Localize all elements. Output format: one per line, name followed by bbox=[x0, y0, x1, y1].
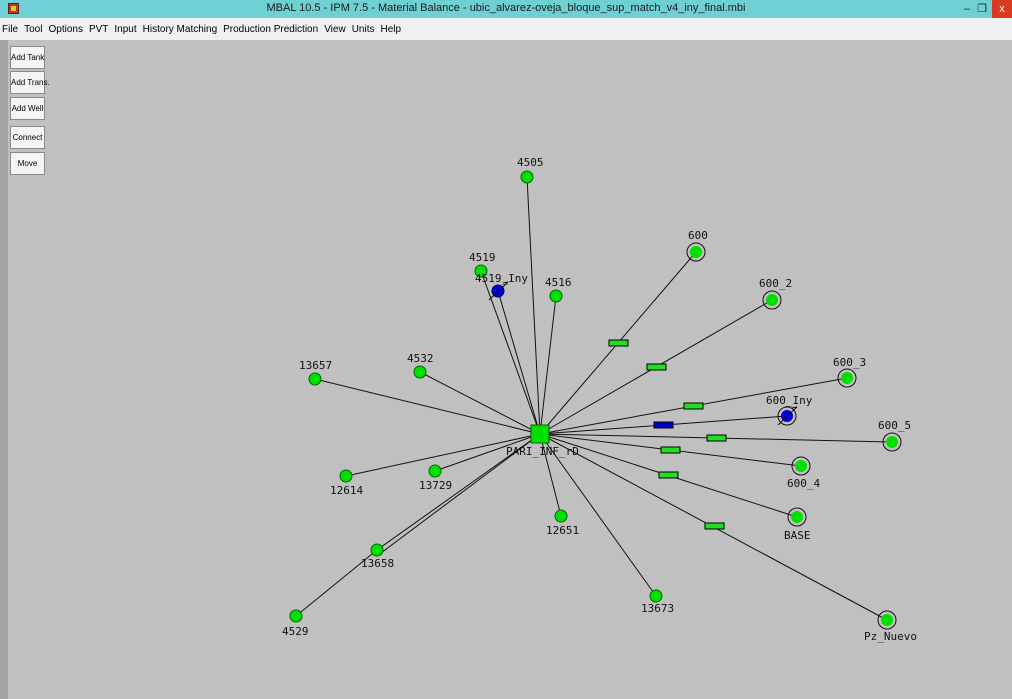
label-12614: 12614 bbox=[330, 484, 363, 497]
transfers bbox=[608, 339, 727, 530]
well-4516[interactable] bbox=[549, 289, 563, 303]
well-4505[interactable] bbox=[520, 170, 534, 184]
menu-pvt[interactable]: PVT bbox=[86, 18, 111, 42]
menu-help[interactable]: Help bbox=[377, 18, 404, 42]
label-600: 600 bbox=[688, 229, 708, 242]
label-12651: 12651 bbox=[546, 524, 579, 537]
well-base[interactable] bbox=[787, 507, 807, 527]
well-12651[interactable] bbox=[554, 509, 568, 523]
label-600-2: 600_2 bbox=[759, 277, 792, 290]
label-4505: 4505 bbox=[517, 156, 544, 169]
well-13729[interactable] bbox=[428, 464, 442, 478]
close-button[interactable]: x bbox=[992, 0, 1012, 18]
well-13673[interactable] bbox=[649, 589, 663, 603]
label-13673: 13673 bbox=[641, 602, 674, 615]
label-base: BASE bbox=[784, 529, 811, 542]
well-600-4[interactable] bbox=[791, 456, 811, 476]
maximize-button[interactable]: ❐ bbox=[975, 0, 989, 18]
tank-icon[interactable] bbox=[530, 424, 550, 444]
menu-view[interactable]: View bbox=[321, 18, 349, 42]
tool-panel-strip bbox=[0, 40, 8, 699]
menu-production-prediction[interactable]: Production Prediction bbox=[220, 18, 321, 42]
well-600[interactable] bbox=[686, 242, 706, 262]
minimize-button[interactable]: – bbox=[960, 0, 974, 18]
label-4532: 4532 bbox=[407, 352, 434, 365]
transfer-600[interactable] bbox=[608, 339, 629, 347]
connect-button[interactable]: Connect bbox=[10, 126, 45, 149]
tank-node[interactable] bbox=[530, 424, 550, 444]
menu-history-matching[interactable]: History Matching bbox=[140, 18, 220, 42]
label-4519: 4519 bbox=[469, 251, 496, 264]
connection-line[interactable] bbox=[314, 378, 541, 435]
well-dot bbox=[690, 246, 702, 258]
label-600-3: 600_3 bbox=[833, 356, 866, 369]
connection-line[interactable] bbox=[539, 295, 557, 435]
transfer-600-3[interactable] bbox=[683, 402, 704, 410]
menu-options[interactable]: Options bbox=[45, 18, 85, 42]
label-4519-iny: 4519_Iny bbox=[475, 272, 528, 285]
transfer-600-iny[interactable] bbox=[653, 421, 674, 429]
label-4516: 4516 bbox=[545, 276, 572, 289]
label-13729: 13729 bbox=[419, 479, 452, 492]
label-13658: 13658 bbox=[361, 557, 394, 570]
label-600-iny: 600_Iny bbox=[766, 394, 813, 407]
transfer-600-4[interactable] bbox=[660, 446, 681, 454]
transfer-600-2[interactable] bbox=[646, 363, 667, 371]
label-600-5: 600_5 bbox=[878, 419, 911, 432]
menu-tool[interactable]: Tool bbox=[21, 18, 45, 42]
well-dot bbox=[791, 511, 803, 523]
menu-units[interactable]: Units bbox=[349, 18, 378, 42]
menu-file[interactable]: File bbox=[0, 18, 21, 42]
title-bar: MBAL 10.5 - IPM 7.5 - Material Balance -… bbox=[0, 0, 1012, 18]
tool-panel: Add Tank Add Trans. Add Well Connect Mov… bbox=[0, 40, 50, 699]
well-4529[interactable] bbox=[289, 609, 303, 623]
transfer-base[interactable] bbox=[658, 471, 679, 479]
connection-line[interactable] bbox=[480, 270, 541, 435]
menu-bar: File Tool Options PVT Input History Matching P… bbox=[0, 18, 1012, 40]
label-pz-nuevo: Pz_Nuevo bbox=[864, 630, 917, 643]
network-canvas[interactable]: 4505 4519 4519_Iny 4516 600 600_2 600_3 … bbox=[46, 40, 1012, 699]
well-4532[interactable] bbox=[413, 365, 427, 379]
well-dot bbox=[795, 460, 807, 472]
transfer-pz-nuevo[interactable] bbox=[704, 522, 725, 530]
well-dot bbox=[886, 436, 898, 448]
label-tank: PARI_INF_rD bbox=[506, 445, 579, 458]
add-tank-button[interactable]: Add Tank bbox=[10, 46, 45, 69]
well-600-3[interactable] bbox=[837, 368, 857, 388]
well-dot bbox=[766, 294, 778, 306]
menu-input[interactable]: Input bbox=[111, 18, 139, 42]
transfer-600-5[interactable] bbox=[706, 434, 727, 442]
label-13657: 13657 bbox=[299, 359, 332, 372]
connection-line[interactable] bbox=[419, 371, 541, 435]
well-dot bbox=[881, 614, 893, 626]
well-pz-nuevo[interactable] bbox=[877, 610, 897, 630]
well-13657[interactable] bbox=[308, 372, 322, 386]
window-title: MBAL 10.5 - IPM 7.5 - Material Balance -… bbox=[266, 2, 746, 14]
label-4529: 4529 bbox=[282, 625, 309, 638]
well-dot bbox=[841, 372, 853, 384]
well-13658[interactable] bbox=[370, 543, 384, 557]
add-transfer-button[interactable]: Add Trans. bbox=[10, 71, 50, 94]
add-well-button[interactable]: Add Well bbox=[10, 97, 45, 120]
label-600-4: 600_4 bbox=[787, 477, 820, 490]
move-button[interactable]: Move bbox=[10, 152, 45, 175]
well-12614[interactable] bbox=[339, 469, 353, 483]
well-600-2[interactable] bbox=[762, 290, 782, 310]
